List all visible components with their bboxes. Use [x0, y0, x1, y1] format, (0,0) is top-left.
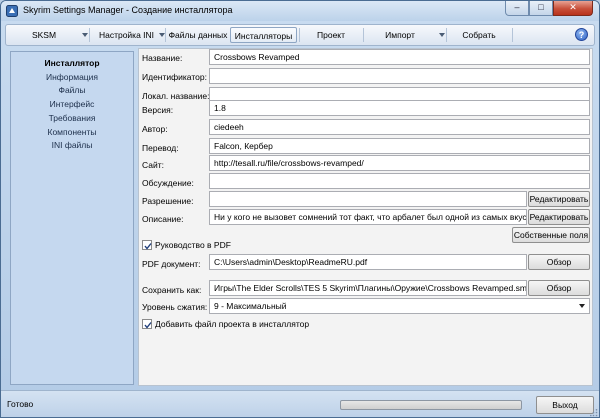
checkmark-icon [144, 243, 152, 250]
author-label: Автор: [142, 124, 168, 134]
app-icon [6, 5, 18, 17]
app-window: Skyrim Settings Manager - Создание инста… [0, 0, 600, 418]
discussion-field[interactable] [209, 173, 590, 189]
menu-separator [512, 28, 513, 42]
minimize-button[interactable]: – [505, 1, 529, 16]
description-field[interactable]: Ни у кого не вызовет сомнений тот факт, … [209, 209, 527, 225]
browse-save-button[interactable]: Обзор [528, 280, 590, 296]
save-as-field[interactable]: Игры\The Elder Scrolls\TES 5 Skyrim\Плаг… [209, 280, 527, 296]
discussion-label: Обсуждение: [142, 178, 194, 188]
local-name-label: Локал. название: [142, 91, 210, 101]
sksm-dropdown-icon[interactable] [82, 33, 88, 37]
permission-label: Разрешение: [142, 196, 194, 206]
nav-item-installer[interactable]: Инсталлятор [11, 58, 133, 68]
pdf-guide-checkbox[interactable] [142, 240, 152, 250]
title-bar: Skyrim Settings Manager - Создание инста… [1, 1, 599, 21]
import-dropdown-icon[interactable] [439, 33, 445, 37]
nav-item-requirements[interactable]: Требования [11, 113, 133, 123]
save-as-label: Сохранить как: [142, 285, 202, 295]
nav-item-interface[interactable]: Интерфейс [11, 99, 133, 109]
translation-label: Перевод: [142, 143, 179, 153]
nav-panel: Инсталлятор Информация Файлы Интерфейс Т… [10, 51, 134, 385]
menu-tab-project[interactable]: Проект [300, 27, 362, 43]
menu-tab-installers[interactable]: Инсталляторы [230, 27, 297, 43]
compression-value: 9 - Максимальный [214, 301, 287, 311]
description-label: Описание: [142, 214, 184, 224]
site-label: Сайт: [142, 160, 164, 170]
site-field[interactable]: http://tesall.ru/file/crossbows-revamped… [209, 155, 590, 171]
custom-fields-button[interactable]: Собственные поля [512, 227, 590, 243]
menu-tab-import[interactable]: Импорт [364, 27, 436, 43]
menu-tab-ini[interactable]: Настройка INI [90, 27, 163, 43]
compression-select[interactable]: 9 - Максимальный [209, 298, 590, 314]
window-title: Skyrim Settings Manager - Создание инста… [23, 5, 233, 15]
name-field[interactable]: Crossbows Revamped [209, 49, 590, 65]
nav-item-files[interactable]: Файлы [11, 85, 133, 95]
help-icon[interactable]: ? [575, 28, 588, 41]
menu-tab-data-files[interactable]: Файлы данных [166, 27, 230, 43]
close-button[interactable]: ✕ [553, 1, 593, 16]
menu-tab-build[interactable]: Собрать [447, 27, 511, 43]
checkmark-icon [144, 322, 152, 329]
edit-permission-button[interactable]: Редактировать [528, 191, 590, 207]
compression-label: Уровень сжатия: [142, 302, 208, 312]
status-bar: Готово Выход [1, 390, 599, 417]
edit-description-button[interactable]: Редактировать [528, 209, 590, 225]
maximize-button[interactable]: □ [529, 1, 553, 16]
pdf-guide-label: Руководство в PDF [155, 240, 231, 250]
resize-grip-icon[interactable] [590, 409, 598, 417]
menu-tab-sksm[interactable]: SKSM [9, 27, 79, 43]
exit-button[interactable]: Выход [536, 396, 594, 414]
progress-bar [340, 400, 522, 410]
nav-item-info[interactable]: Информация [11, 72, 133, 82]
translation-field[interactable]: Falcon, Кербер [209, 138, 590, 154]
author-field[interactable]: ciedeeh [209, 119, 590, 135]
version-label: Версия: [142, 105, 174, 115]
version-field[interactable]: 1.8 [209, 100, 590, 116]
nav-item-ini-files[interactable]: INI файлы [11, 140, 133, 150]
id-label: Идентификатор: [142, 72, 207, 82]
pdf-doc-field[interactable]: C:\Users\admin\Desktop\ReadmeRU.pdf [209, 254, 527, 270]
add-project-checkbox[interactable] [142, 319, 152, 329]
nav-item-components[interactable]: Компоненты [11, 127, 133, 137]
add-project-label: Добавить файл проекта в инсталлятор [155, 319, 310, 329]
chevron-down-icon [579, 304, 585, 308]
browse-pdf-button[interactable]: Обзор [528, 254, 590, 270]
pdf-doc-label: PDF документ: [142, 259, 201, 269]
status-text: Готово [7, 399, 34, 409]
main-menu-bar: SKSM Настройка INI Файлы данных Инсталля… [5, 24, 595, 46]
name-label: Название: [142, 53, 183, 63]
id-field[interactable] [209, 68, 590, 84]
permission-field[interactable] [209, 191, 527, 207]
